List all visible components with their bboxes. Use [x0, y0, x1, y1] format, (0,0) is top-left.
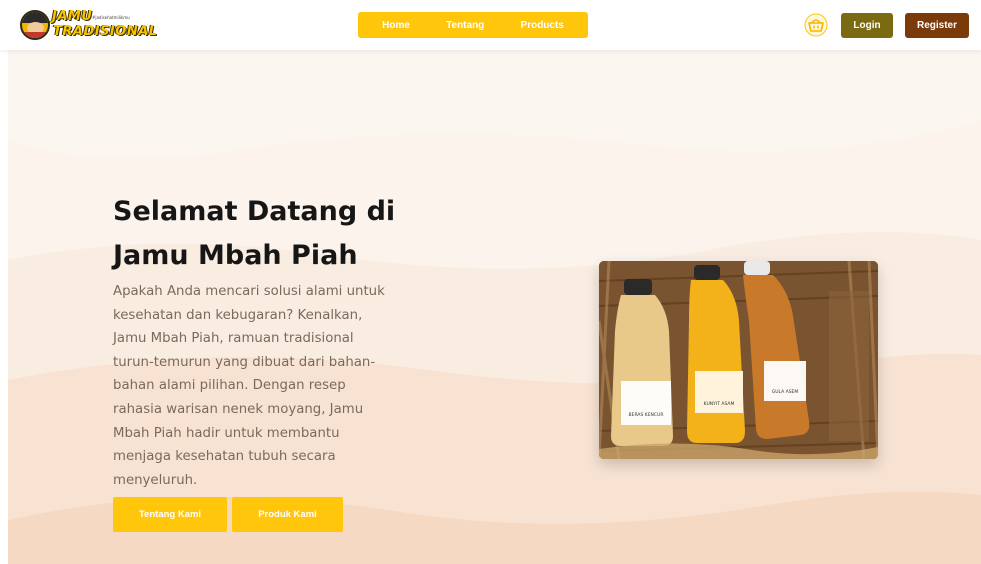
logo-text-line2: TRADISIONAL [53, 24, 158, 39]
login-button[interactable]: Login [841, 13, 893, 38]
about-us-button[interactable]: Tentang Kami [113, 497, 227, 532]
brand-logo[interactable]: JAMU TRADISIONAL #jadisehatmilikmu [20, 9, 157, 40]
product-photo: BERAS KENCUR KUNYIT ASAM GULA ASEM [599, 261, 878, 459]
main-nav: Home Tentang Products [358, 12, 588, 38]
logo-tagline: #jadisehatmilikmu [92, 15, 130, 20]
basket-icon[interactable] [804, 13, 828, 37]
bottle-label-1: BERAS KENCUR [629, 412, 664, 418]
bottle-label-3: GULA ASEM [772, 389, 799, 395]
nav-item-products[interactable]: Products [521, 20, 564, 31]
logo-mascot-icon [20, 10, 50, 40]
site-header: JAMU TRADISIONAL #jadisehatmilikmu Home … [0, 0, 981, 50]
hero-section: Selamat Datang di Jamu Mbah Piah Apakah … [8, 50, 981, 564]
hero-title-line1: Selamat Datang di [113, 196, 396, 227]
nav-item-tentang[interactable]: Tentang [446, 20, 484, 31]
nav-item-home[interactable]: Home [382, 20, 410, 31]
hero-description: Apakah Anda mencari solusi alami untuk k… [113, 284, 385, 488]
hero-title-line2: Jamu Mbah Piah [113, 240, 358, 271]
our-products-button[interactable]: Produk Kami [232, 497, 343, 532]
hero-title: Selamat Datang di Jamu Mbah Piah [113, 190, 413, 278]
bottle-label-2: KUNYIT ASAM [704, 401, 735, 407]
register-button[interactable]: Register [905, 13, 969, 38]
logo-text-line1: JAMU [52, 9, 93, 24]
